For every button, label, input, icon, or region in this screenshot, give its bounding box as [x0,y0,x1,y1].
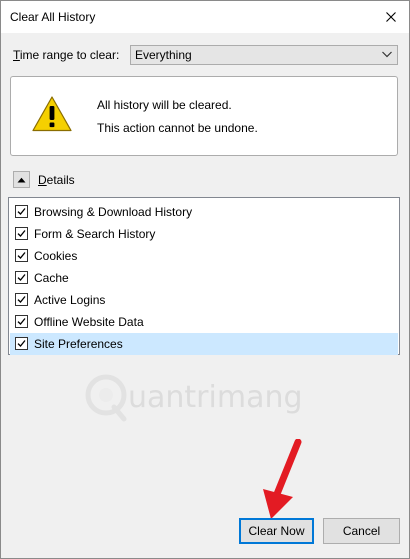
item-label: Site Preferences [34,337,123,351]
checkbox-form-history[interactable] [15,227,28,240]
close-button[interactable] [373,1,409,33]
list-item-browsing-history[interactable]: Browsing & Download History [10,201,398,223]
list-item-cache[interactable]: Cache [10,267,398,289]
checkmark-icon [17,340,26,347]
warning-submessage: This action cannot be undone. [97,121,258,135]
chevron-down-icon [382,51,392,58]
list-item-site-preferences[interactable]: Site Preferences [10,333,398,355]
time-range-label-text: ime range to clear: [19,48,120,62]
checkbox-offline-data[interactable] [15,315,28,328]
checkmark-icon [17,318,26,325]
checkbox-cache[interactable] [15,271,28,284]
checkmark-icon [17,274,26,281]
list-item-active-logins[interactable]: Active Logins [10,289,398,311]
details-toggle-button[interactable] [13,171,30,188]
time-range-select[interactable]: Everything [130,45,398,65]
list-item-cookies[interactable]: Cookies [10,245,398,267]
close-icon [386,12,396,22]
item-label: Offline Website Data [34,315,144,329]
warning-icon [32,96,72,132]
item-label: Cookies [34,249,78,263]
warning-message: All history will be cleared. [97,98,232,112]
clear-now-label: Clear Now [248,524,305,538]
time-range-value: Everything [135,48,192,62]
arrow-icon [263,439,302,519]
item-label: Browsing & Download History [34,205,193,219]
watermark-logo-icon [85,374,127,422]
time-range-label: Time range to clear: [13,48,119,62]
checkmark-icon [17,230,26,237]
checkmark-icon [17,296,26,303]
watermark: uantrimang [84,368,314,428]
details-label: Details [38,173,75,187]
checkbox-cookies[interactable] [15,249,28,262]
checkbox-browsing-history[interactable] [15,205,28,218]
window-title: Clear All History [10,10,96,24]
watermark-text: uantrimang [128,380,303,415]
checkmark-icon [17,252,26,259]
clear-history-dialog: Clear All History Time range to clear: E… [0,0,410,559]
chevron-up-icon [17,177,26,182]
checkmark-icon [17,208,26,215]
details-label-text: etails [46,173,75,187]
list-item-form-history[interactable]: Form & Search History [10,223,398,245]
checkbox-active-logins[interactable] [15,293,28,306]
list-item-offline-data[interactable]: Offline Website Data [10,311,398,333]
time-range-label-mnemonic: T [13,48,20,62]
details-label-mnemonic: D [38,173,47,187]
checkbox-site-preferences[interactable] [15,337,28,350]
cancel-button[interactable]: Cancel [323,518,400,544]
warning-panel: All history will be cleared. This action… [10,76,398,156]
clear-now-button[interactable]: Clear Now [239,518,314,544]
item-label: Active Logins [34,293,106,307]
cancel-label: Cancel [342,524,381,538]
item-label: Cache [34,271,69,285]
item-label: Form & Search History [34,227,156,241]
history-items-list: Browsing & Download History Form & Searc… [8,197,400,355]
title-bar: Clear All History [1,1,409,33]
